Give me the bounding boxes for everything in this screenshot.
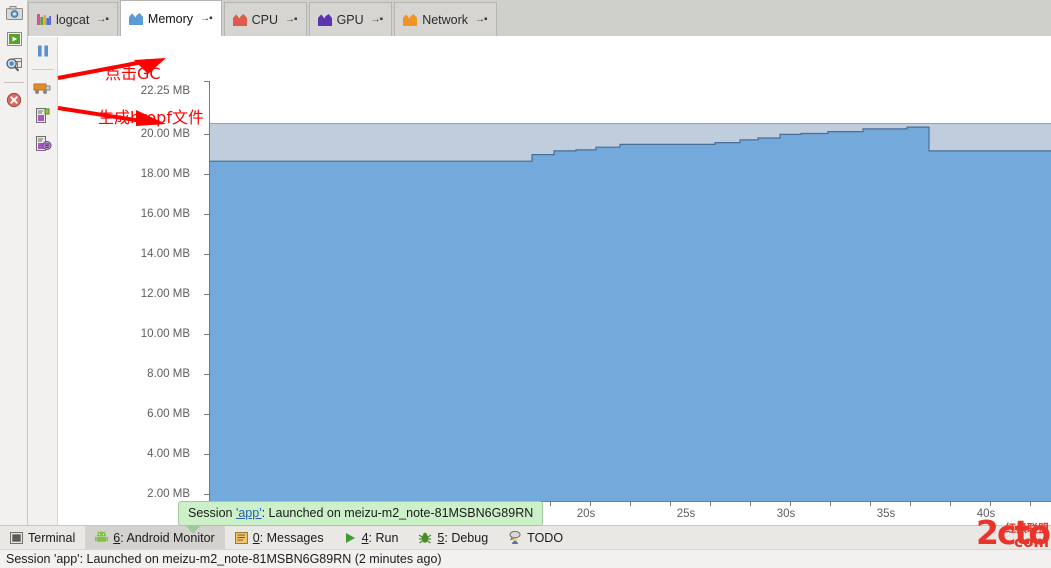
screen-capture-icon[interactable] [0,0,28,26]
bottom-item-android-monitor[interactable]: 6: Android Monitor [85,525,225,550]
start-allocation-tracking-button[interactable] [28,130,58,158]
y-tick-label: 2.00 MB [147,488,190,500]
network-icon [403,14,418,26]
status-bar: Session 'app': Launched on meizu-m2_note… [0,549,1051,568]
tab-cpu-pin-icon[interactable]: →▪ [285,14,298,25]
bottom-item-messages-mnemonic: 0 [252,530,260,545]
tooltip-pointer [185,525,201,534]
layout-inspector-icon[interactable] [0,52,28,78]
tooltip-prefix: Session [188,506,236,520]
screen-record-icon[interactable] [0,26,28,52]
tab-network[interactable]: Network →▪ [394,2,497,36]
debug-bug-icon [419,532,432,543]
left-vertical-toolbar [0,0,28,568]
tooltip-app-link[interactable]: 'app' [236,506,262,520]
x-tick-label: 25s [676,508,696,520]
status-bar-text: Session 'app': Launched on meizu-m2_note… [6,552,442,566]
bottom-item-debug-label: : Debug [444,530,489,545]
y-tick-label: 14.00 MB [140,248,190,260]
android-icon [95,531,109,542]
used-memory-area [210,127,1051,501]
tab-cpu-label: CPU [251,12,279,27]
terminal-icon [10,531,23,544]
tab-gpu-label: GPU [336,12,364,27]
x-tick-label: 40s [976,508,996,520]
tab-memory-label: Memory [147,11,194,26]
bottom-item-terminal-label: Terminal [28,530,76,545]
cpu-icon [232,14,247,26]
tab-gpu-pin-icon[interactable]: →▪ [371,14,384,25]
x-tick-label: 20s [576,508,596,520]
tab-logcat-label: logcat [56,12,90,27]
monitor-tab-strip: logcat →▪ Memory →▪ CPU →▪ GPU →▪ Networ… [28,0,1051,36]
session-tooltip: Session 'app': Launched on meizu-m2_note… [178,501,544,526]
tab-logcat-pin-icon[interactable]: →▪ [96,14,109,25]
y-tick-label: 4.00 MB [147,448,190,460]
bottom-item-run-label: : Run [368,530,399,545]
logcat-icon [37,14,51,25]
bottom-item-run-mnemonic: 4 [361,530,369,545]
messages-icon [234,531,248,544]
memory-monitor-toolbar [28,37,58,526]
bottom-item-todo-label: TODO [527,530,564,545]
bottom-item-run[interactable]: 4: Run [334,526,409,550]
bottom-item-terminal[interactable]: Terminal [0,526,85,550]
todo-icon [509,531,521,544]
tab-strip-filler [496,2,1051,36]
tab-gpu[interactable]: GPU →▪ [308,2,393,36]
y-tick-label: 20.00 MB [140,128,190,140]
bottom-item-messages-label: : Messages [259,530,324,545]
toolbar-separator [3,82,24,83]
tab-cpu[interactable]: CPU →▪ [223,2,307,36]
y-tick-label: 16.00 MB [140,208,190,220]
tooltip-suffix: : Launched on meizu-m2_note-81MSBN6G89RN [261,506,534,520]
tab-memory-pin-icon[interactable]: →▪ [200,13,213,24]
y-tick-label: 8.00 MB [147,368,190,380]
y-tick-label: 18.00 MB [140,168,190,180]
tab-memory[interactable]: Memory →▪ [119,0,222,36]
memory-chart: 22.25 MB 20.00 MB 18.00 MB 16.00 MB 14.0… [58,37,1051,540]
tab-network-pin-icon[interactable]: →▪ [475,14,488,25]
monitor-toolbar-separator [31,69,54,70]
y-axis-labels: 22.25 MB 20.00 MB 18.00 MB 16.00 MB 14.0… [58,37,200,540]
bottom-tool-window-bar: Terminal 6: Android Monitor 0: Messages … [0,525,1051,550]
y-tick-label: 10.00 MB [140,328,190,340]
initiate-gc-button[interactable] [28,74,58,102]
memory-icon [128,13,143,25]
memory-area-graph [210,123,1051,501]
y-tick-label: 22.25 MB [140,85,190,97]
y-tick-label: 12.00 MB [140,288,190,300]
terminate-application-icon[interactable] [0,87,28,113]
android-monitor-window: logcat →▪ Memory →▪ CPU →▪ GPU →▪ Networ… [0,0,1051,568]
bottom-item-messages[interactable]: 0: Messages [225,526,334,550]
y-tick-label: 6.00 MB [147,408,190,420]
x-tick-label: 35s [876,508,896,520]
bottom-item-debug[interactable]: 5: Debug [408,526,498,550]
memory-plot-area [210,81,1051,501]
bottom-item-todo[interactable]: TODO [498,526,573,550]
x-tick-label: 30s [776,508,796,520]
dump-java-heap-button[interactable] [28,102,58,130]
tab-logcat[interactable]: logcat →▪ [28,2,118,36]
gpu-icon [317,14,332,26]
memory-monitor-panel: 22.25 MB 20.00 MB 18.00 MB 16.00 MB 14.0… [28,36,1051,540]
tab-network-label: Network [422,12,469,27]
pause-monitor-button[interactable] [28,37,58,65]
run-play-icon [345,532,355,543]
